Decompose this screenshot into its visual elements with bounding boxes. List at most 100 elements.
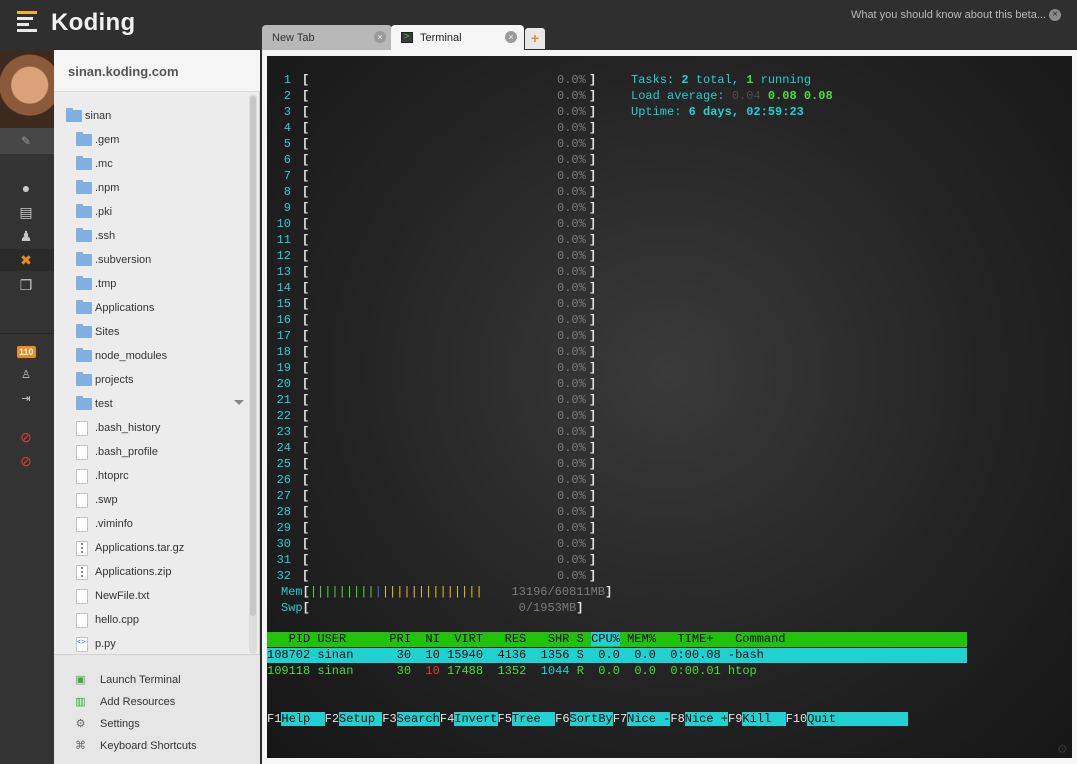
function-key-label[interactable]: Search [396,712,440,726]
function-key[interactable]: F9 [728,712,742,726]
folder-item[interactable]: Sites [54,322,246,346]
cpu-number: 25 [276,457,291,471]
function-key[interactable]: F2 [325,712,339,726]
folder-item[interactable]: .pki [54,202,246,226]
tab-terminal[interactable]: Terminal × [391,25,524,50]
windows-icon[interactable]: ❐ [15,277,37,293]
cpu-percent: 0.0% [557,201,586,215]
folder-item[interactable]: .ssh [54,226,246,250]
file-item[interactable]: .htoprc [54,466,246,490]
cpu-number: 15 [276,297,291,311]
folder-item[interactable]: .subversion [54,250,246,274]
file-item[interactable]: .bash_profile [54,442,246,466]
account-icon[interactable]: ♙ [15,367,37,383]
folder-item[interactable]: node_modules [54,346,246,370]
blocked-icon[interactable]: ⊘ [15,453,37,469]
blocked-icon[interactable]: ⊘ [15,429,37,445]
column-headers: PID USER PRI NI VIRT RES SHR S [267,632,592,646]
menu-icon[interactable] [17,11,37,35]
table-row[interactable]: 108702 sinan 30 10 15940 4136 1356 S 0.0… [267,648,967,663]
file-item[interactable]: .bash_history [54,418,246,442]
tree-item-label: .swp [95,494,118,506]
beta-close-icon[interactable]: × [1049,9,1061,21]
gear-icon[interactable]: ⚙ [1057,743,1069,755]
function-key-label[interactable]: SortBy [569,712,613,726]
cpu-percent: 0.0% [557,521,586,535]
function-key-label[interactable]: Invert [454,712,498,726]
file-tree-scrollbar[interactable] [249,94,257,654]
folder-item[interactable]: Applications [54,298,246,322]
meter-bracket: ] [589,265,597,279]
add-tab-button[interactable]: + [525,28,545,49]
folder-item[interactable]: test [54,394,246,418]
file-icon [76,493,88,508]
tree-item-label: node_modules [95,350,168,362]
activity-icon[interactable]: ● [15,180,37,196]
process-table-header[interactable]: PID USER PRI NI VIRT RES SHR S CPU% MEM%… [267,632,967,647]
edit-icon[interactable]: ✎ [15,133,37,149]
meter-bracket: ] [589,457,597,471]
avatar[interactable] [0,50,54,128]
cpu-number: 23 [276,425,291,439]
table-row[interactable]: 109118 sinan 30 10 17488 1352 1044 R 0.0… [267,664,967,679]
file-item[interactable]: hello.cpp [54,610,246,634]
cpu-number: 8 [283,185,291,199]
tab-new-tab[interactable]: New Tab × [262,25,392,50]
cpu-percent: 0.0% [557,361,586,375]
apps-icon[interactable]: ▤ [15,204,37,220]
function-key-label[interactable]: Tree [511,712,556,726]
file-item[interactable]: Applications.tar.gz [54,538,246,562]
function-key[interactable]: F10 [786,712,808,726]
folder-item[interactable]: sinan [54,106,246,130]
brand-logo[interactable]: Koding [51,9,135,37]
cpu-meter-row: 1 [0.0%] [267,72,607,88]
cpu-meter-row: 14 [0.0%] [267,280,607,296]
close-icon[interactable]: × [374,31,386,43]
beta-info-link[interactable]: What you should know about this beta... [851,9,1046,21]
file-item[interactable]: Applications.zip [54,562,246,586]
cpu-meter-row: 19 [0.0%] [267,360,607,376]
meter-bracket: ] [589,201,597,215]
chevron-down-icon[interactable] [234,400,244,405]
function-key-label[interactable]: Nice + [684,712,728,726]
develop-icon[interactable]: ✖ [15,252,37,268]
members-icon[interactable]: ♟ [15,228,37,244]
function-key[interactable]: F6 [555,712,569,726]
close-icon[interactable]: × [505,31,517,43]
folder-item[interactable]: .gem [54,130,246,154]
folder-item[interactable]: .npm [54,178,246,202]
folder-item[interactable]: projects [54,370,246,394]
function-key[interactable]: F5 [498,712,512,726]
cpu-meter-row: 9 [0.0%] [267,200,607,216]
function-key[interactable]: F3 [382,712,396,726]
cpu-percent: 0.0% [557,249,586,263]
cpu-number: 18 [276,345,291,359]
function-key-label[interactable]: Help [281,712,325,726]
folder-item[interactable]: .mc [54,154,246,178]
cpu-meter-row: 20 [0.0%] [267,376,607,392]
function-key-label[interactable]: Setup [339,712,383,726]
function-key-label[interactable]: Nice - [627,712,671,726]
file-item[interactable]: .swp [54,490,246,514]
function-key[interactable]: F8 [670,712,684,726]
folder-item[interactable]: .tmp [54,274,246,298]
load-average-line: Load average: 0.04 0.08 0.08 [631,89,833,103]
file-tree-list: sinan .gem .mc .npm .pki .ssh .subversion .tmp A… [54,106,246,658]
function-key[interactable]: F1 [267,712,281,726]
logout-icon[interactable]: ⇥ [15,391,37,407]
function-key-label[interactable]: Kill [742,712,786,726]
function-key[interactable]: F7 [613,712,627,726]
cpu-number: 29 [276,521,291,535]
function-key-label[interactable]: Quit [807,712,909,726]
scrollbar-thumb[interactable] [250,96,256,616]
file-item[interactable]: NewFile.txt [54,586,246,610]
file-item[interactable]: .viminfo [54,514,246,538]
file-icon [76,589,88,604]
function-key[interactable]: F4 [440,712,454,726]
notifications-badge[interactable]: 110 [17,346,36,358]
terminal-screen[interactable]: 1 [0.0%] 2 [0.0%] 3 [0.0%] 4 [0.0%] 5 [0.0%] 6 [0.0… [267,56,1072,758]
meter-bracket: ] [589,425,597,439]
meter-bracket: [ [302,201,310,215]
cpu-percent: 0.0% [557,505,586,519]
cpu-number: 32 [276,569,291,583]
